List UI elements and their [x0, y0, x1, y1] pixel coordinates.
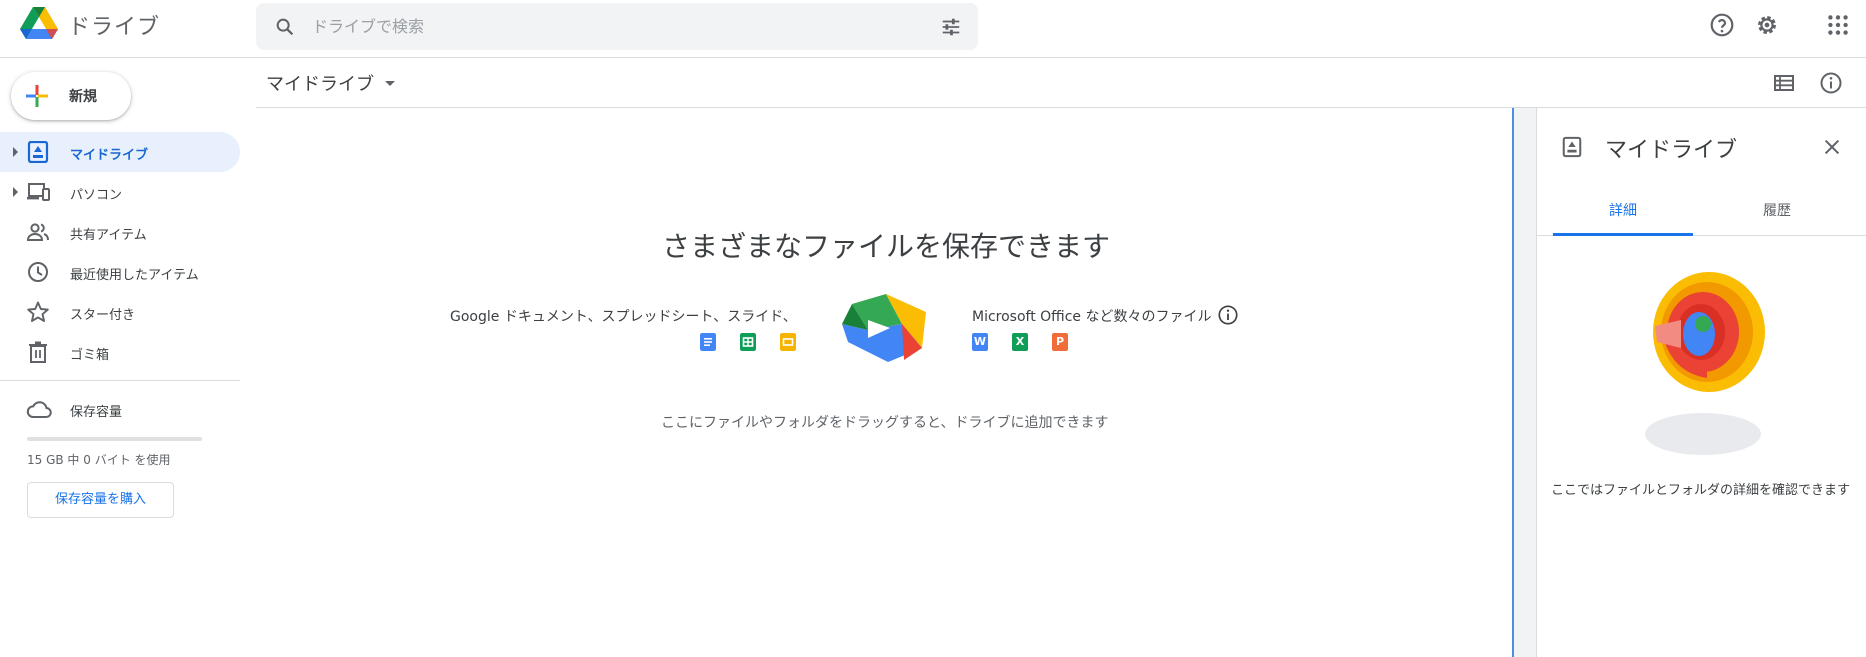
- breadcrumb[interactable]: マイドライブ: [266, 70, 374, 96]
- illustration-shadow: [1645, 413, 1761, 455]
- info-icon[interactable]: [1819, 71, 1843, 95]
- sidebar-item-recent[interactable]: 最近使用したアイテム: [0, 252, 240, 292]
- storage-label: 保存容量: [70, 405, 123, 420]
- sidebar-item-starred[interactable]: スター付き: [0, 292, 240, 332]
- expand-caret-icon[interactable]: [13, 187, 18, 197]
- sidebar-divider: [0, 380, 240, 381]
- sidebar-item-label: マイドライブ: [70, 148, 149, 163]
- search-box[interactable]: [256, 3, 978, 50]
- settings-icon[interactable]: [1754, 12, 1780, 38]
- app-title: ドライブ: [68, 15, 161, 40]
- sidebar-item-label: スター付き: [70, 308, 136, 323]
- recent-icon: [28, 262, 48, 282]
- sidebar-item-computers[interactable]: パソコン: [0, 172, 240, 212]
- apps-grid-icon[interactable]: [1825, 12, 1851, 38]
- sidebar-item-label: ゴミ箱: [70, 348, 110, 363]
- star-icon: [27, 301, 49, 322]
- storage-usage-text: 15 GB 中 0 バイト を使用: [27, 453, 171, 467]
- plus-icon: [26, 85, 48, 107]
- empty-details-illustration: [1653, 272, 1765, 392]
- info-icon[interactable]: [1217, 304, 1239, 326]
- drop-hint-text: ここにファイルやフォルダをドラッグすると、ドライブに追加できます: [661, 415, 1109, 431]
- sidebar-item-storage[interactable]: 保存容量: [0, 396, 240, 422]
- empty-state-title: さまざまなファイルを保存できます: [662, 230, 1111, 263]
- new-button[interactable]: 新規: [11, 72, 131, 120]
- sidebar-item-shared[interactable]: 共有アイテム: [0, 212, 240, 252]
- sidebar-item-label: 共有アイテム: [70, 228, 147, 243]
- sidebar-item-label: 最近使用したアイテム: [70, 268, 199, 283]
- sheets-icon: [740, 333, 756, 351]
- powerpoint-icon: P: [1052, 333, 1068, 351]
- tab-details[interactable]: 詳細: [1553, 188, 1693, 236]
- search-input[interactable]: [312, 3, 872, 50]
- details-empty-caption: ここではファイルとフォルダの詳細を確認できます: [1551, 483, 1851, 498]
- my-drive-icon: [27, 141, 49, 163]
- office-formats-caption: Microsoft Office など数々のファイル: [972, 309, 1212, 325]
- help-icon[interactable]: [1709, 12, 1735, 38]
- details-panel: マイドライブ 詳細 履歴 ここではファイルとフォルダの詳細を確認できます: [1536, 108, 1866, 657]
- panel-resize-handle[interactable]: [1512, 108, 1536, 657]
- cloud-icon: [26, 401, 52, 418]
- google-formats-caption: Google ドキュメント、スプレッドシート、スライド、: [450, 309, 797, 325]
- details-title: マイドライブ: [1605, 138, 1738, 163]
- my-drive-icon: [1562, 136, 1582, 158]
- slides-icon: [780, 333, 796, 351]
- new-button-label: 新規: [69, 89, 97, 105]
- word-icon: W: [972, 333, 988, 351]
- close-icon[interactable]: [1821, 136, 1843, 158]
- tab-activity[interactable]: 履歴: [1707, 188, 1847, 236]
- breadcrumb-dropdown-icon[interactable]: [385, 81, 395, 86]
- storage-usage-bar: [27, 437, 202, 441]
- expand-caret-icon[interactable]: [13, 147, 18, 157]
- buy-storage-button[interactable]: 保存容量を購入: [27, 482, 174, 518]
- search-icon[interactable]: [274, 16, 296, 38]
- sidebar-item-trash[interactable]: ゴミ箱: [0, 332, 240, 372]
- computers-icon: [27, 183, 50, 201]
- details-tabs: 詳細 履歴: [1537, 188, 1866, 236]
- sidebar-item-label: パソコン: [70, 188, 123, 203]
- docs-icon: [700, 333, 716, 351]
- excel-icon: X: [1012, 333, 1028, 351]
- top-header: ドライブ: [0, 0, 1866, 58]
- trash-icon: [29, 341, 47, 363]
- shared-icon: [26, 223, 49, 241]
- drive-logo-icon[interactable]: [20, 7, 58, 41]
- tune-icon[interactable]: [940, 16, 962, 38]
- drive-logo-illustration: [842, 294, 926, 362]
- toolbar: マイドライブ: [256, 59, 1866, 108]
- sidebar-item-my-drive[interactable]: マイドライブ: [0, 132, 240, 172]
- list-view-icon[interactable]: [1772, 71, 1796, 95]
